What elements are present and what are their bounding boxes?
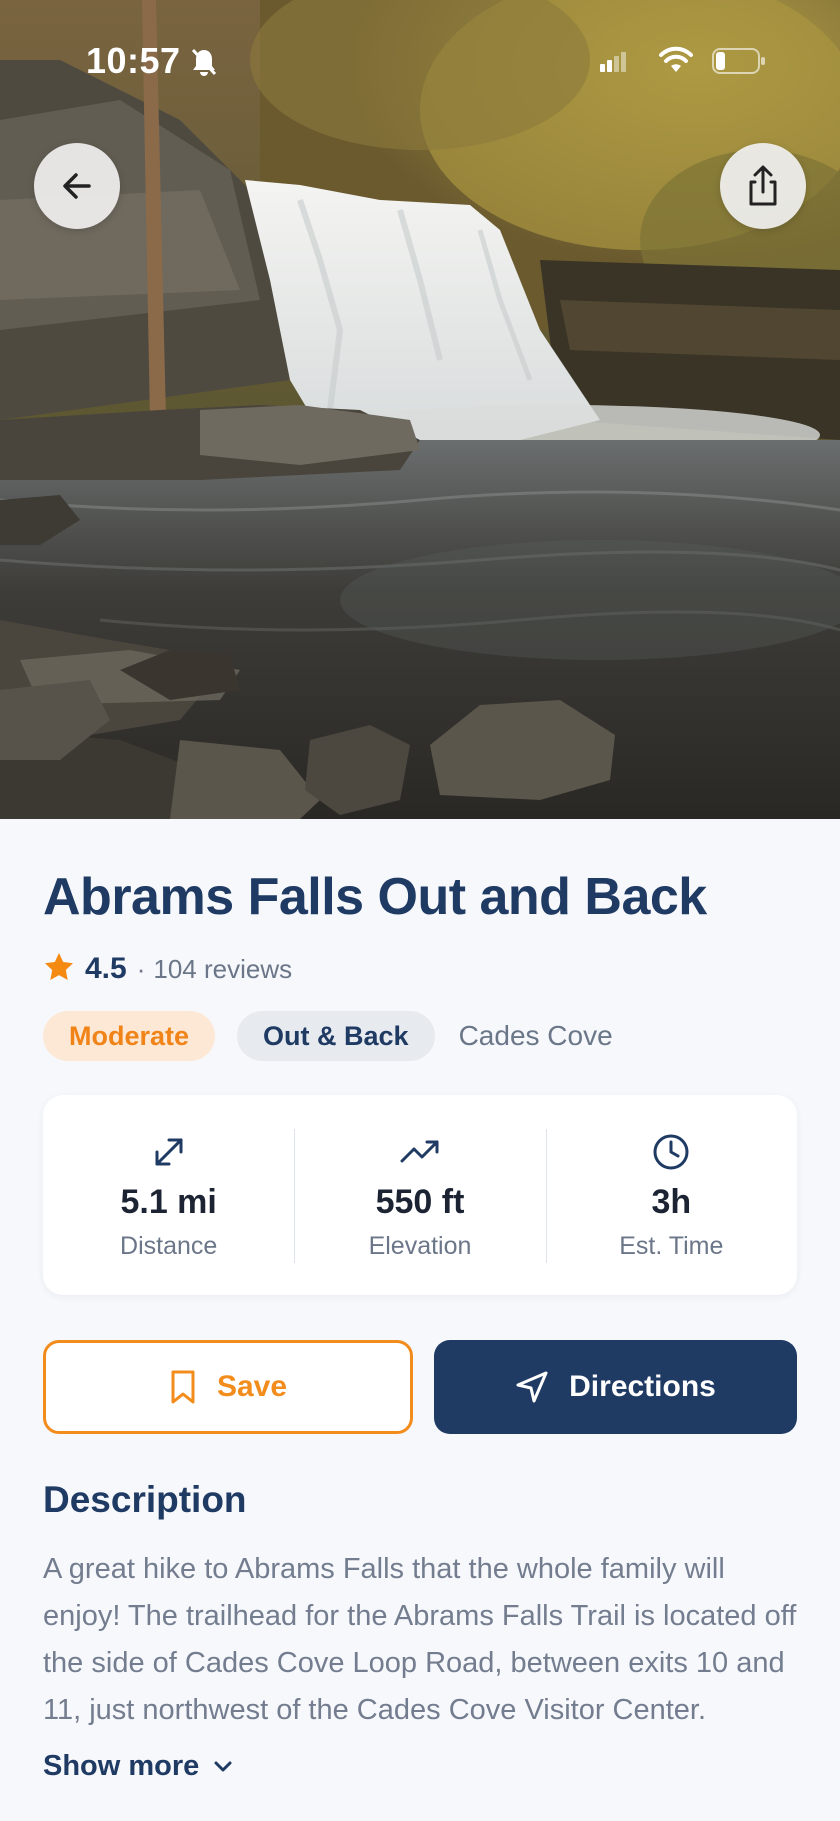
back-button[interactable] [34,143,120,229]
status-bar: 10:57 [0,0,840,120]
trail-tags: Moderate Out & Back Cades Cove [43,1011,613,1061]
save-button[interactable]: Save [43,1340,413,1434]
bell-slash-icon [190,47,218,77]
rating-value: 4.5 [85,952,127,985]
description-text: A great hike to Abrams Falls that the wh… [43,1553,797,1726]
expand-arrows-icon [152,1133,186,1171]
stat-label: Est. Time [619,1232,724,1260]
rating-separator: · [136,953,146,984]
stat-label: Elevation [368,1232,472,1260]
stat-value: 5.1 mi [120,1183,217,1221]
chevron-down-icon [214,1761,232,1771]
directions-button-label: Directions [569,1370,716,1403]
review-count: 104 reviews [153,953,293,984]
difficulty-tag: Moderate [43,1011,216,1061]
rating-row[interactable]: 4.5 · 104 reviews [43,949,292,989]
trending-up-icon [400,1133,440,1171]
share-button[interactable] [720,143,806,229]
show-more-label: Show more [43,1750,200,1782]
stat-elevation: 550 ft Elevation [294,1095,545,1295]
wifi-icon [658,46,694,74]
stat-value: 550 ft [375,1183,465,1221]
status-time: 10:57 [86,40,181,81]
directions-button[interactable]: Directions [434,1340,797,1434]
show-more-button[interactable]: Show more [43,1750,233,1783]
stat-distance: 5.1 mi Distance [43,1095,294,1295]
route-type-tag: Out & Back [237,1011,435,1061]
navigation-arrow-icon [516,1371,548,1403]
share-icon [749,165,777,206]
trail-detail-page: 10:57 Abrams Falls Out and Back 4.5 · 10… [0,0,840,1821]
battery-icon [712,48,766,74]
save-button-label: Save [216,1370,288,1403]
hero-image: 10:57 [0,0,840,819]
cellular-signal-icon [600,52,626,72]
stat-time: 3h Est. Time [545,1095,797,1295]
stat-value: 3h [651,1183,692,1221]
bookmark-icon [171,1370,195,1404]
location-label: Cades Cove [458,1020,613,1051]
stat-label: Distance [120,1232,218,1260]
action-buttons: Save Directions [43,1340,797,1434]
description-heading: Description [43,1479,247,1520]
arrow-left-icon [63,173,91,199]
waterfall-photo [0,0,840,819]
star-icon [43,951,75,988]
trail-title: Abrams Falls Out and Back [43,868,707,926]
stats-card: 5.1 mi Distance 550 ft Elevation 3h Est.… [43,1095,797,1295]
clock-icon [652,1133,690,1171]
